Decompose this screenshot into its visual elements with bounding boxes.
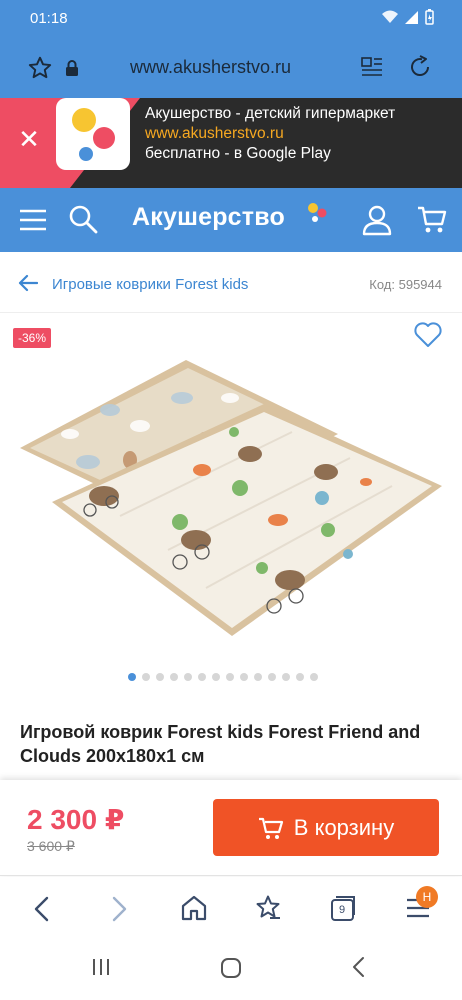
gallery-dot[interactable] [240, 673, 248, 681]
home-icon[interactable] [180, 894, 208, 922]
screen: 01:18 www.akusherstvo.ru ✕ Акушерство - … [0, 0, 462, 1000]
system-home-icon[interactable] [219, 956, 243, 980]
reload-icon[interactable] [407, 54, 433, 80]
logo-dots-icon [308, 203, 327, 222]
status-icons [381, 9, 434, 25]
old-price: 3 600 ₽ [27, 838, 75, 854]
gallery-dot[interactable] [296, 673, 304, 681]
browser-bottom-nav: 9 Н [0, 877, 462, 945]
site-logo[interactable]: Акушерство [132, 203, 285, 232]
browser-forward-icon[interactable] [110, 896, 128, 922]
browser-back-icon[interactable] [33, 896, 51, 922]
cart-icon[interactable] [416, 204, 448, 236]
back-arrow-icon[interactable] [18, 274, 38, 292]
site-header: Акушерство [0, 188, 462, 252]
gallery-dot[interactable] [170, 673, 178, 681]
lock-icon [66, 60, 78, 76]
gallery-dot[interactable] [226, 673, 234, 681]
gallery-dot[interactable] [128, 673, 136, 681]
product-code: Код: 595944 [369, 277, 442, 292]
product-price: 2 300 ₽ [27, 804, 125, 835]
tab-count: 9 [339, 904, 346, 916]
breadcrumb-link[interactable]: Игровые коврики Forest kids [52, 276, 248, 293]
banner-link[interactable]: www.akusherstvo.ru [145, 124, 395, 144]
gallery-dot[interactable] [310, 673, 318, 681]
reader-mode-icon[interactable] [361, 56, 383, 78]
banner-close-button[interactable]: ✕ [16, 126, 42, 152]
gallery-dot[interactable] [184, 673, 192, 681]
product-image[interactable] [0, 344, 462, 674]
system-nav-bar [0, 945, 462, 1000]
bookmarks-icon[interactable] [254, 894, 282, 922]
status-time: 01:18 [30, 10, 68, 27]
gallery-dots [128, 673, 318, 681]
battery-icon [425, 9, 434, 25]
wifi-icon [382, 10, 398, 23]
add-to-cart-button[interactable]: В корзину [213, 799, 439, 856]
product-title: Игровой коврик Forest kids Forest Friend… [20, 722, 421, 766]
search-icon[interactable] [68, 204, 98, 234]
gallery-dot[interactable] [156, 673, 164, 681]
banner-title: Акушерство - детский гипермаркет [145, 105, 396, 122]
gallery-dot[interactable] [142, 673, 150, 681]
breadcrumb: Игровые коврики Forest kids Код: 595944 [0, 253, 462, 313]
url-text[interactable]: www.akusherstvo.ru [130, 57, 291, 78]
status-bar: 01:18 [0, 0, 462, 38]
recent-apps-icon[interactable] [91, 957, 111, 977]
gallery-dot[interactable] [212, 673, 220, 681]
gallery-dot[interactable] [282, 673, 290, 681]
system-back-icon[interactable] [351, 956, 367, 978]
app-install-banner[interactable]: ✕ Акушерство - детский гипермаркет www.a… [0, 98, 462, 188]
signal-icon [405, 11, 418, 24]
star-icon[interactable] [27, 55, 53, 81]
gallery-dot[interactable] [268, 673, 276, 681]
menu-badge: Н [416, 886, 438, 908]
banner-subtitle: бесплатно - в Google Play [145, 145, 331, 162]
buy-bar: 2 300 ₽ 3 600 ₽ В корзину [0, 780, 462, 876]
app-logo [56, 98, 130, 170]
gallery-dot[interactable] [198, 673, 206, 681]
menu-icon[interactable] [19, 208, 47, 232]
add-to-cart-label: В корзину [293, 814, 395, 840]
product-gallery[interactable]: -36% [0, 314, 462, 694]
banner-text: Акушерство - детский гипермаркет www.aku… [145, 104, 395, 164]
browser-url-bar: www.akusherstvo.ru [0, 38, 462, 98]
cart-button-icon [258, 817, 283, 839]
app-logo-icon [72, 108, 115, 161]
user-icon[interactable] [361, 204, 393, 236]
gallery-dot[interactable] [254, 673, 262, 681]
